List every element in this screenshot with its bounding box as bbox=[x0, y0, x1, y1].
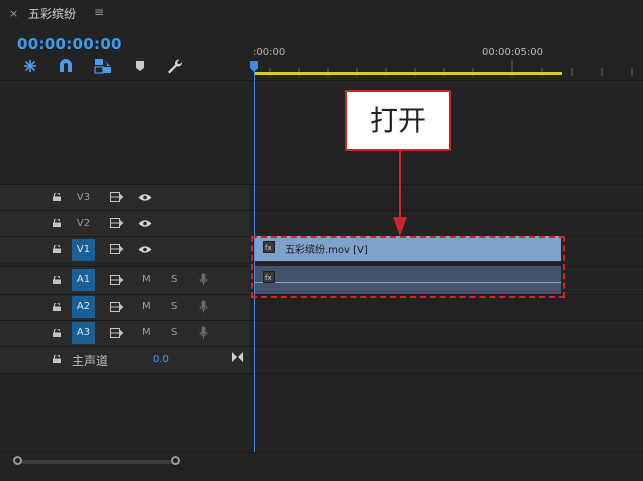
lock-icon[interactable] bbox=[53, 219, 61, 227]
work-area-bar[interactable] bbox=[254, 72, 562, 75]
solo-button[interactable]: S bbox=[171, 327, 177, 338]
track-label-a1[interactable]: A1 bbox=[72, 269, 95, 291]
track-label-v1[interactable]: V1 bbox=[72, 239, 95, 261]
add-marker-icon[interactable] bbox=[131, 58, 149, 74]
mute-button[interactable]: M bbox=[142, 301, 151, 312]
divider bbox=[0, 373, 643, 374]
master-volume-value[interactable]: 0.0 bbox=[153, 354, 169, 365]
track-label-v2[interactable]: V2 bbox=[72, 213, 95, 235]
track-header-v1 bbox=[0, 237, 250, 263]
track-header-a2 bbox=[0, 295, 250, 321]
track-header-v3 bbox=[0, 185, 250, 211]
wrench-settings-icon[interactable] bbox=[166, 58, 184, 74]
eye-icon[interactable] bbox=[138, 219, 152, 228]
linked-selection-icon[interactable] bbox=[94, 58, 112, 74]
ruler-tick-label: :00:00 bbox=[253, 47, 286, 58]
eye-icon[interactable] bbox=[138, 245, 152, 254]
mute-button[interactable]: M bbox=[142, 274, 151, 285]
zoom-scrollbar[interactable] bbox=[16, 460, 178, 464]
go-to-in-out-icon[interactable] bbox=[232, 352, 243, 362]
track-output-icon[interactable] bbox=[110, 275, 124, 285]
track-output-icon[interactable] bbox=[110, 302, 124, 312]
lock-icon[interactable] bbox=[53, 276, 61, 284]
track-header-a3 bbox=[0, 321, 250, 347]
solo-button[interactable]: S bbox=[171, 301, 177, 312]
track-label-v3[interactable]: V3 bbox=[72, 187, 95, 209]
callout-label: 打开 bbox=[345, 90, 451, 151]
track-header-v2 bbox=[0, 211, 250, 237]
microphone-icon[interactable] bbox=[199, 326, 208, 339]
playhead-timecode[interactable]: 00:00:00:00 bbox=[17, 35, 122, 53]
lock-icon[interactable] bbox=[53, 303, 61, 311]
track-output-icon[interactable] bbox=[110, 218, 124, 228]
ruler-tick-label: 00:00:05:00 bbox=[482, 47, 544, 58]
track-label-a2[interactable]: A2 bbox=[72, 296, 95, 318]
track-header-a1 bbox=[0, 267, 250, 294]
eye-icon[interactable] bbox=[138, 193, 152, 202]
solo-button[interactable]: S bbox=[171, 274, 177, 285]
track-output-icon[interactable] bbox=[110, 244, 124, 254]
lock-icon[interactable] bbox=[53, 355, 61, 363]
scrollbar-handle-right[interactable] bbox=[171, 456, 180, 465]
track-header-empty-area bbox=[0, 81, 250, 183]
microphone-icon[interactable] bbox=[199, 300, 208, 313]
microphone-icon[interactable] bbox=[199, 273, 208, 286]
mute-button[interactable]: M bbox=[142, 327, 151, 338]
close-icon[interactable]: × bbox=[9, 7, 18, 20]
track-header-master bbox=[0, 347, 250, 373]
horizontal-scrollbar-area bbox=[0, 452, 643, 481]
scrollbar-handle-left[interactable] bbox=[13, 456, 22, 465]
track-label-a3[interactable]: A3 bbox=[72, 322, 95, 344]
track-output-icon[interactable] bbox=[110, 328, 124, 338]
lock-icon[interactable] bbox=[53, 245, 61, 253]
panel-menu-icon[interactable]: ≡ bbox=[94, 5, 104, 19]
callout-arrow bbox=[393, 151, 407, 236]
magnet-snap-icon[interactable] bbox=[57, 58, 75, 74]
sequence-tab-title[interactable]: 五彩缤纷 bbox=[28, 5, 76, 22]
master-track-label: 主声道 bbox=[72, 354, 109, 368]
track-output-icon[interactable] bbox=[110, 192, 124, 202]
playhead-handle[interactable] bbox=[250, 61, 258, 72]
lock-icon[interactable] bbox=[53, 329, 61, 337]
lock-icon[interactable] bbox=[53, 193, 61, 201]
snap-nest-icon[interactable] bbox=[21, 58, 39, 74]
highlight-box bbox=[251, 236, 565, 298]
